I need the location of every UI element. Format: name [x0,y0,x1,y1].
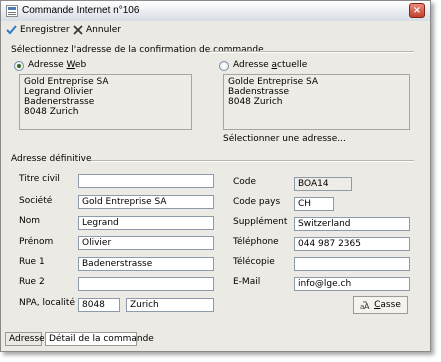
npa-field[interactable]: 8048 [78,298,120,312]
radio-current-address[interactable] [219,61,229,71]
supplement-label: Supplément [233,217,288,227]
select-address-link[interactable]: Sélectionner une adresse... [223,134,346,144]
confirmation-section-title: Sélectionnez l'adresse de la confirmatio… [11,45,264,55]
rue1-label: Rue 1 [19,257,45,267]
telecopie-label: Télécopie [233,257,275,267]
code-field: BOA14 [294,177,352,191]
cancel-button[interactable]: Annuler [73,23,121,37]
tab-adresse[interactable]: Adresse [5,332,45,346]
email-field[interactable]: info@lge.ch [294,277,410,291]
window-title: Commande Internet n°106 [22,5,140,16]
save-button[interactable]: Enregistrer [6,23,70,37]
telecopie-field[interactable] [294,257,410,271]
app-icon [6,5,18,17]
rue1-field[interactable]: Badenerstrasse [78,257,214,271]
close-button[interactable]: × [409,3,425,18]
text-case-icon: a A [360,301,370,310]
address-line: 8048 Zurich [228,97,283,107]
telephone-field[interactable]: 044 987 2365 [294,237,410,251]
title-bar[interactable]: Commande Internet n°106 × [1,1,430,22]
radio-web-address[interactable] [14,61,24,71]
section-divider [91,160,414,162]
npa-localite-label: NPA, localité [19,298,75,308]
toolbar: Enregistrer Annuler [1,21,430,40]
web-address-box: Gold Entreprise SA Legrand Olivier Baden… [19,74,192,130]
societe-label: Société [19,196,53,206]
checkmark-icon [6,25,17,35]
titre-civil-label: Titre civil [19,174,60,184]
rue2-label: Rue 2 [19,277,45,287]
telephone-label: Téléphone [233,237,279,247]
code-pays-label: Code pays [233,197,281,207]
rue2-field[interactable] [78,277,214,291]
titre-civil-field[interactable] [78,174,214,188]
nom-field[interactable]: Legrand [78,216,214,230]
address-line: Badenerstrasse [24,97,95,107]
dialog-window: Commande Internet n°106 × Enregistrer An… [0,0,431,352]
radio-current-address-label[interactable]: Adresse actuelle [233,60,307,70]
address-line: Legrand Olivier [24,87,93,97]
societe-field[interactable]: Gold Entreprise SA [78,195,214,209]
address-line: Golde Entreprise SA [228,77,319,87]
casse-button[interactable]: a A Casse [353,296,408,314]
address-line: 8048 Zurich [24,107,79,117]
nom-label: Nom [19,216,41,226]
casse-button-label: Casse [374,300,401,310]
code-pays-field[interactable]: CH [294,197,334,211]
final-address-section-title: Adresse définitive [11,154,92,164]
radio-web-address-label[interactable]: Adresse Web [28,60,86,70]
localite-field[interactable]: Zurich [126,298,214,312]
prenom-field[interactable]: Olivier [78,236,214,250]
cross-icon [73,25,83,35]
code-label: Code [233,177,257,187]
prenom-label: Prénom [19,237,54,247]
tab-detail-commande[interactable]: Détail de la commande [45,332,154,346]
current-address-box: Golde Entreprise SA Badenstrasse 8048 Zu… [223,74,410,130]
cancel-button-label: Annuler [86,25,122,35]
save-button-label: Enregistrer [20,25,70,35]
svg-text:A: A [364,302,370,310]
section-divider [210,51,414,53]
email-label: E-Mail [233,277,261,287]
supplement-field[interactable]: Switzerland [294,217,410,231]
address-line: Badenstrasse [228,87,289,97]
address-line: Gold Entreprise SA [24,77,109,87]
